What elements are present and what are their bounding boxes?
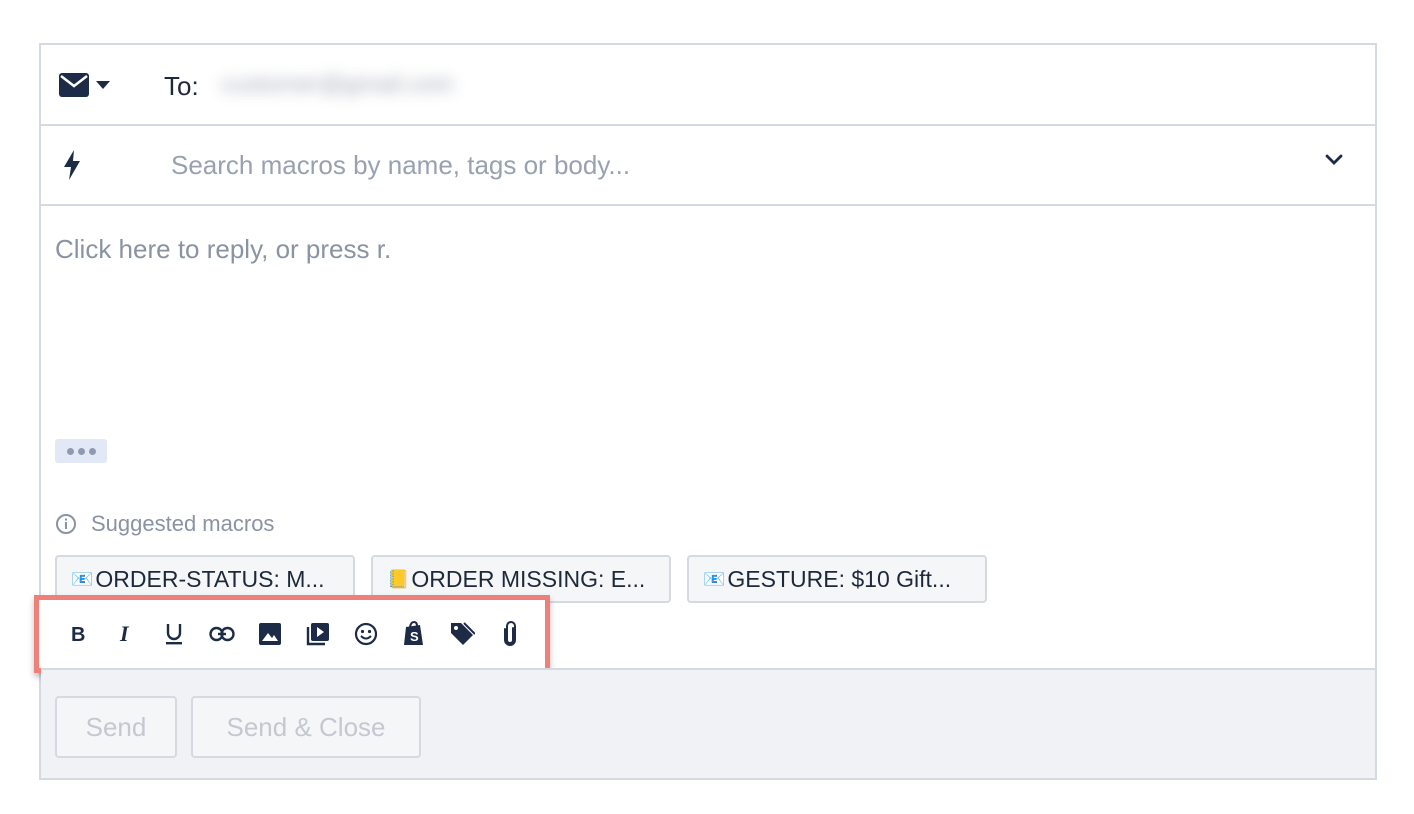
- link-icon: [209, 626, 235, 642]
- send-button[interactable]: Send: [55, 696, 177, 758]
- video-button[interactable]: [303, 619, 333, 649]
- recipient-email[interactable]: customer@gmail.com: [221, 71, 453, 99]
- attachment-icon: [504, 621, 516, 646]
- suggested-macros-header: Suggested macros: [55, 511, 274, 537]
- image-icon: [259, 623, 281, 645]
- dot: [66, 447, 74, 455]
- italic-icon: I: [119, 623, 130, 645]
- composer-footer: Send Send & Close: [41, 668, 1375, 778]
- mail-icon: [59, 73, 89, 97]
- reply-composer: To: customer@gmail.com Click here to rep…: [34, 43, 1377, 780]
- recipient-row: To: customer@gmail.com: [41, 45, 1375, 126]
- underline-button[interactable]: [159, 619, 189, 649]
- svg-text:S: S: [410, 629, 419, 644]
- info-icon: [56, 514, 76, 534]
- dot: [77, 447, 85, 455]
- shopify-icon: S: [404, 621, 423, 645]
- macro-emoji: 📒: [387, 568, 410, 589]
- reply-placeholder[interactable]: Click here to reply, or press r.: [55, 234, 391, 265]
- chevron-down-icon[interactable]: [1325, 154, 1343, 166]
- suggested-macros-label: Suggested macros: [91, 511, 275, 536]
- dot: [88, 447, 96, 455]
- macro-chip-label: ORDER MISSING: E...: [411, 565, 646, 592]
- macro-chip-label: GESTURE: $10 Gift...: [727, 565, 952, 592]
- italic-button[interactable]: I: [111, 619, 141, 649]
- caret-down-icon: [96, 81, 110, 89]
- underline-icon: [166, 624, 182, 645]
- channel-selector[interactable]: [59, 73, 111, 97]
- formatting-toolbar: B I S: [34, 595, 550, 673]
- svg-text:B: B: [71, 624, 85, 645]
- macro-search-input[interactable]: [171, 144, 1291, 186]
- macro-chip-label: ORDER-STATUS: M...: [95, 565, 325, 592]
- macro-emoji: 📧: [703, 568, 726, 589]
- macro-search-row: [41, 126, 1375, 206]
- attachment-button[interactable]: [495, 619, 525, 649]
- bold-icon: B: [71, 624, 85, 645]
- macro-emoji: 📧: [71, 568, 94, 589]
- reply-editor[interactable]: Click here to reply, or press r. Suggest…: [34, 206, 1375, 673]
- image-button[interactable]: [255, 619, 285, 649]
- video-icon: [306, 623, 329, 646]
- to-label: To:: [164, 71, 199, 101]
- tag-button[interactable]: [447, 619, 477, 649]
- link-button[interactable]: [207, 619, 237, 649]
- svg-text:I: I: [119, 623, 130, 645]
- emoji-icon: [354, 622, 378, 646]
- tag-icon: [451, 622, 475, 645]
- show-trimmed-content-button[interactable]: [55, 439, 107, 463]
- suggested-macro-chip[interactable]: 📧 GESTURE: $10 Gift...: [687, 555, 987, 603]
- bold-button[interactable]: B: [63, 619, 93, 649]
- lightning-icon: [64, 150, 80, 180]
- send-and-close-button[interactable]: Send & Close: [191, 696, 421, 758]
- emoji-button[interactable]: [351, 619, 381, 649]
- shopify-button[interactable]: S: [399, 619, 429, 649]
